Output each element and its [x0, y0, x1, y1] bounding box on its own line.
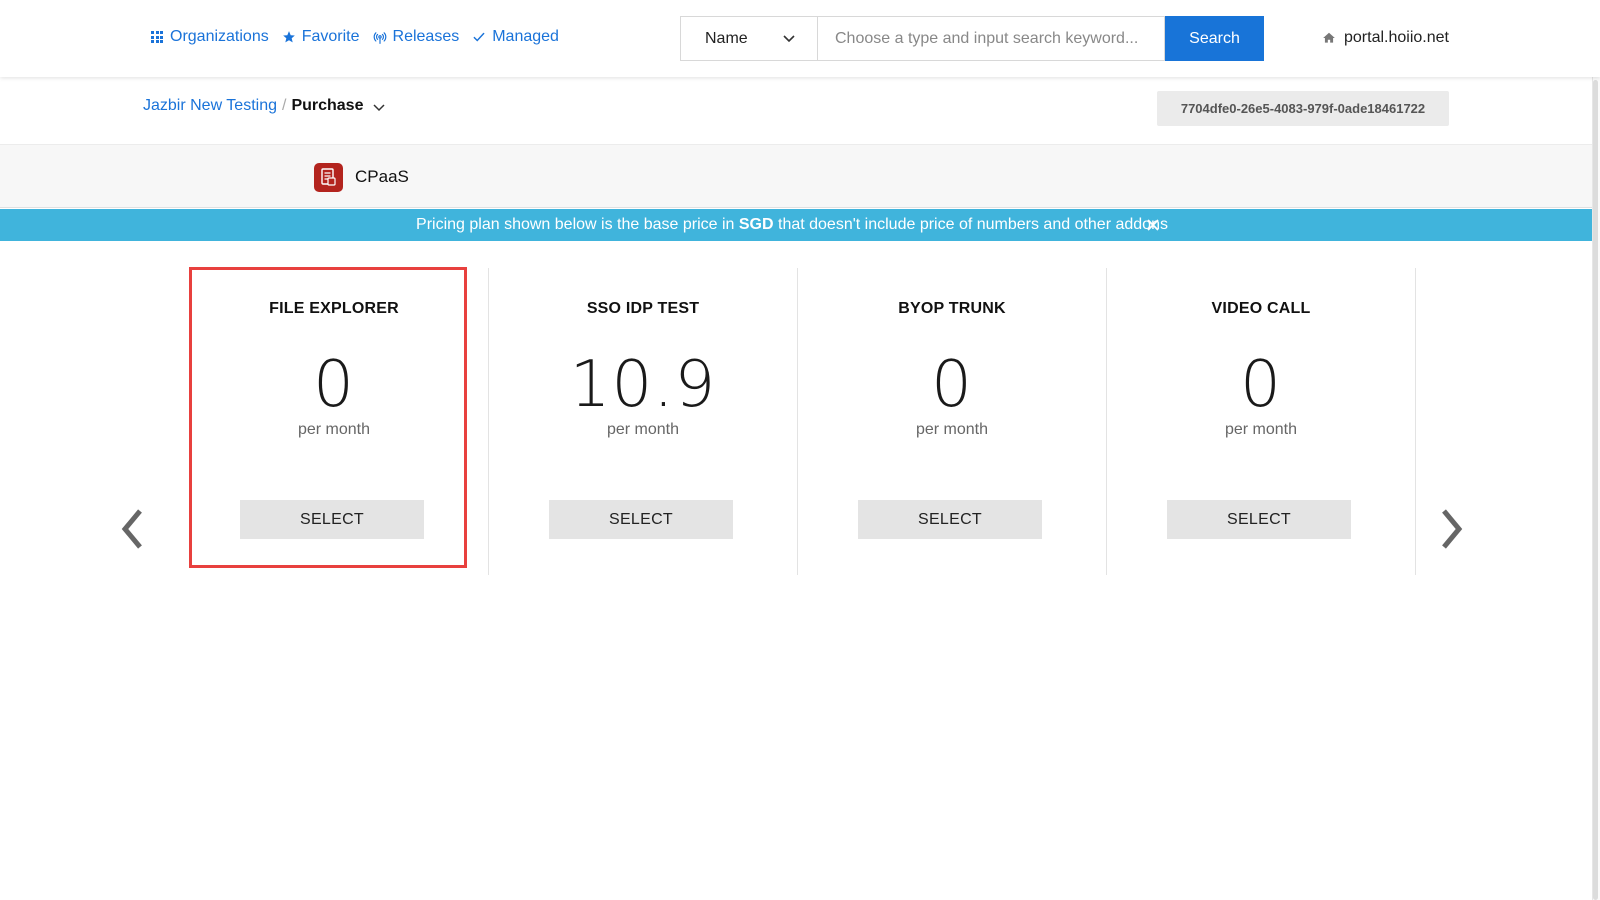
banner-text-before: Pricing plan shown below is the base pri… — [416, 216, 739, 233]
plan-unit: per month — [297, 421, 371, 438]
grid-icon — [150, 30, 164, 44]
pricing-info-banner: Pricing plan shown below is the base pri… — [0, 209, 1592, 241]
search-type-value: Name — [705, 29, 748, 47]
breadcrumb-current: Purchase — [291, 97, 364, 114]
main-nav: Organizations Favorite Releases Managed — [150, 28, 572, 46]
plan-divider — [1415, 268, 1416, 575]
star-icon — [282, 30, 296, 44]
portal-link[interactable]: portal.hoiio.net — [1322, 29, 1449, 47]
nav-favorite[interactable]: Favorite — [282, 28, 360, 46]
plan-unit: per month — [1224, 421, 1298, 438]
product-document-icon — [314, 163, 343, 192]
select-plan-button[interactable]: SELECT — [549, 500, 733, 539]
nav-organizations-label: Organizations — [170, 28, 269, 45]
product-header: CPaaS — [0, 144, 1592, 208]
plan-card: VIDEO CALL 0 per month SELECT — [1107, 268, 1415, 575]
nav-releases[interactable]: Releases — [373, 28, 460, 46]
nav-releases-label: Releases — [392, 28, 460, 45]
chevron-right-icon[interactable] — [1436, 507, 1466, 551]
plan-title: BYOP TRUNK — [898, 300, 1006, 317]
plan-price: 10.9 — [569, 348, 717, 422]
nav-managed-label: Managed — [492, 28, 559, 45]
banner-text-after: that doesn't include price of numbers an… — [773, 216, 1168, 233]
search-bar: Name Search — [680, 16, 1264, 61]
select-plan-button[interactable]: SELECT — [858, 500, 1042, 539]
search-button[interactable]: Search — [1165, 16, 1264, 61]
plan-unit: per month — [606, 421, 680, 438]
plan-title: VIDEO CALL — [1211, 300, 1311, 317]
plan-card: BYOP TRUNK 0 per month SELECT — [798, 268, 1106, 575]
top-navigation-bar: Organizations Favorite Releases Managed — [0, 0, 1600, 77]
nav-organizations[interactable]: Organizations — [150, 28, 269, 46]
breadcrumb: Jazbir New Testing / Purchase — [143, 97, 386, 115]
search-type-select[interactable]: Name — [680, 16, 817, 61]
banner-currency: SGD — [738, 216, 774, 233]
plan-title: FILE EXPLORER — [269, 300, 399, 317]
plan-price: 0 — [931, 348, 973, 422]
chevron-left-icon[interactable] — [118, 507, 148, 551]
nav-favorite-label: Favorite — [301, 28, 360, 45]
breadcrumb-parent[interactable]: Jazbir New Testing — [143, 97, 277, 115]
home-icon — [1323, 32, 1335, 43]
banner-message: Pricing plan shown below is the base pri… — [416, 216, 1168, 234]
chevron-down-icon[interactable] — [373, 104, 386, 112]
portal-domain: portal.hoiio.net — [1344, 29, 1449, 46]
plan-price: 0 — [313, 348, 355, 422]
select-plan-button[interactable]: SELECT — [1167, 500, 1351, 539]
chevron-down-icon — [783, 34, 795, 42]
product-name: CPaaS — [355, 167, 409, 186]
search-input[interactable] — [817, 16, 1165, 61]
plan-card: FILE EXPLORER 0 per month SELECT — [180, 268, 488, 575]
select-plan-button[interactable]: SELECT — [240, 500, 424, 539]
broadcast-icon — [373, 30, 387, 44]
breadcrumb-separator: / — [281, 97, 287, 114]
account-id-badge: 7704dfe0-26e5-4083-979f-0ade18461722 — [1157, 91, 1449, 126]
plan-title: SSO IDP TEST — [586, 300, 700, 317]
check-icon — [472, 30, 486, 44]
plan-unit: per month — [915, 421, 989, 438]
page-scrollbar-thumb[interactable] — [1593, 80, 1598, 900]
close-icon[interactable] — [1145, 217, 1161, 233]
plan-price: 0 — [1240, 348, 1282, 422]
nav-managed[interactable]: Managed — [472, 28, 559, 46]
plan-card: SSO IDP TEST 10.9 per month SELECT — [489, 268, 797, 575]
